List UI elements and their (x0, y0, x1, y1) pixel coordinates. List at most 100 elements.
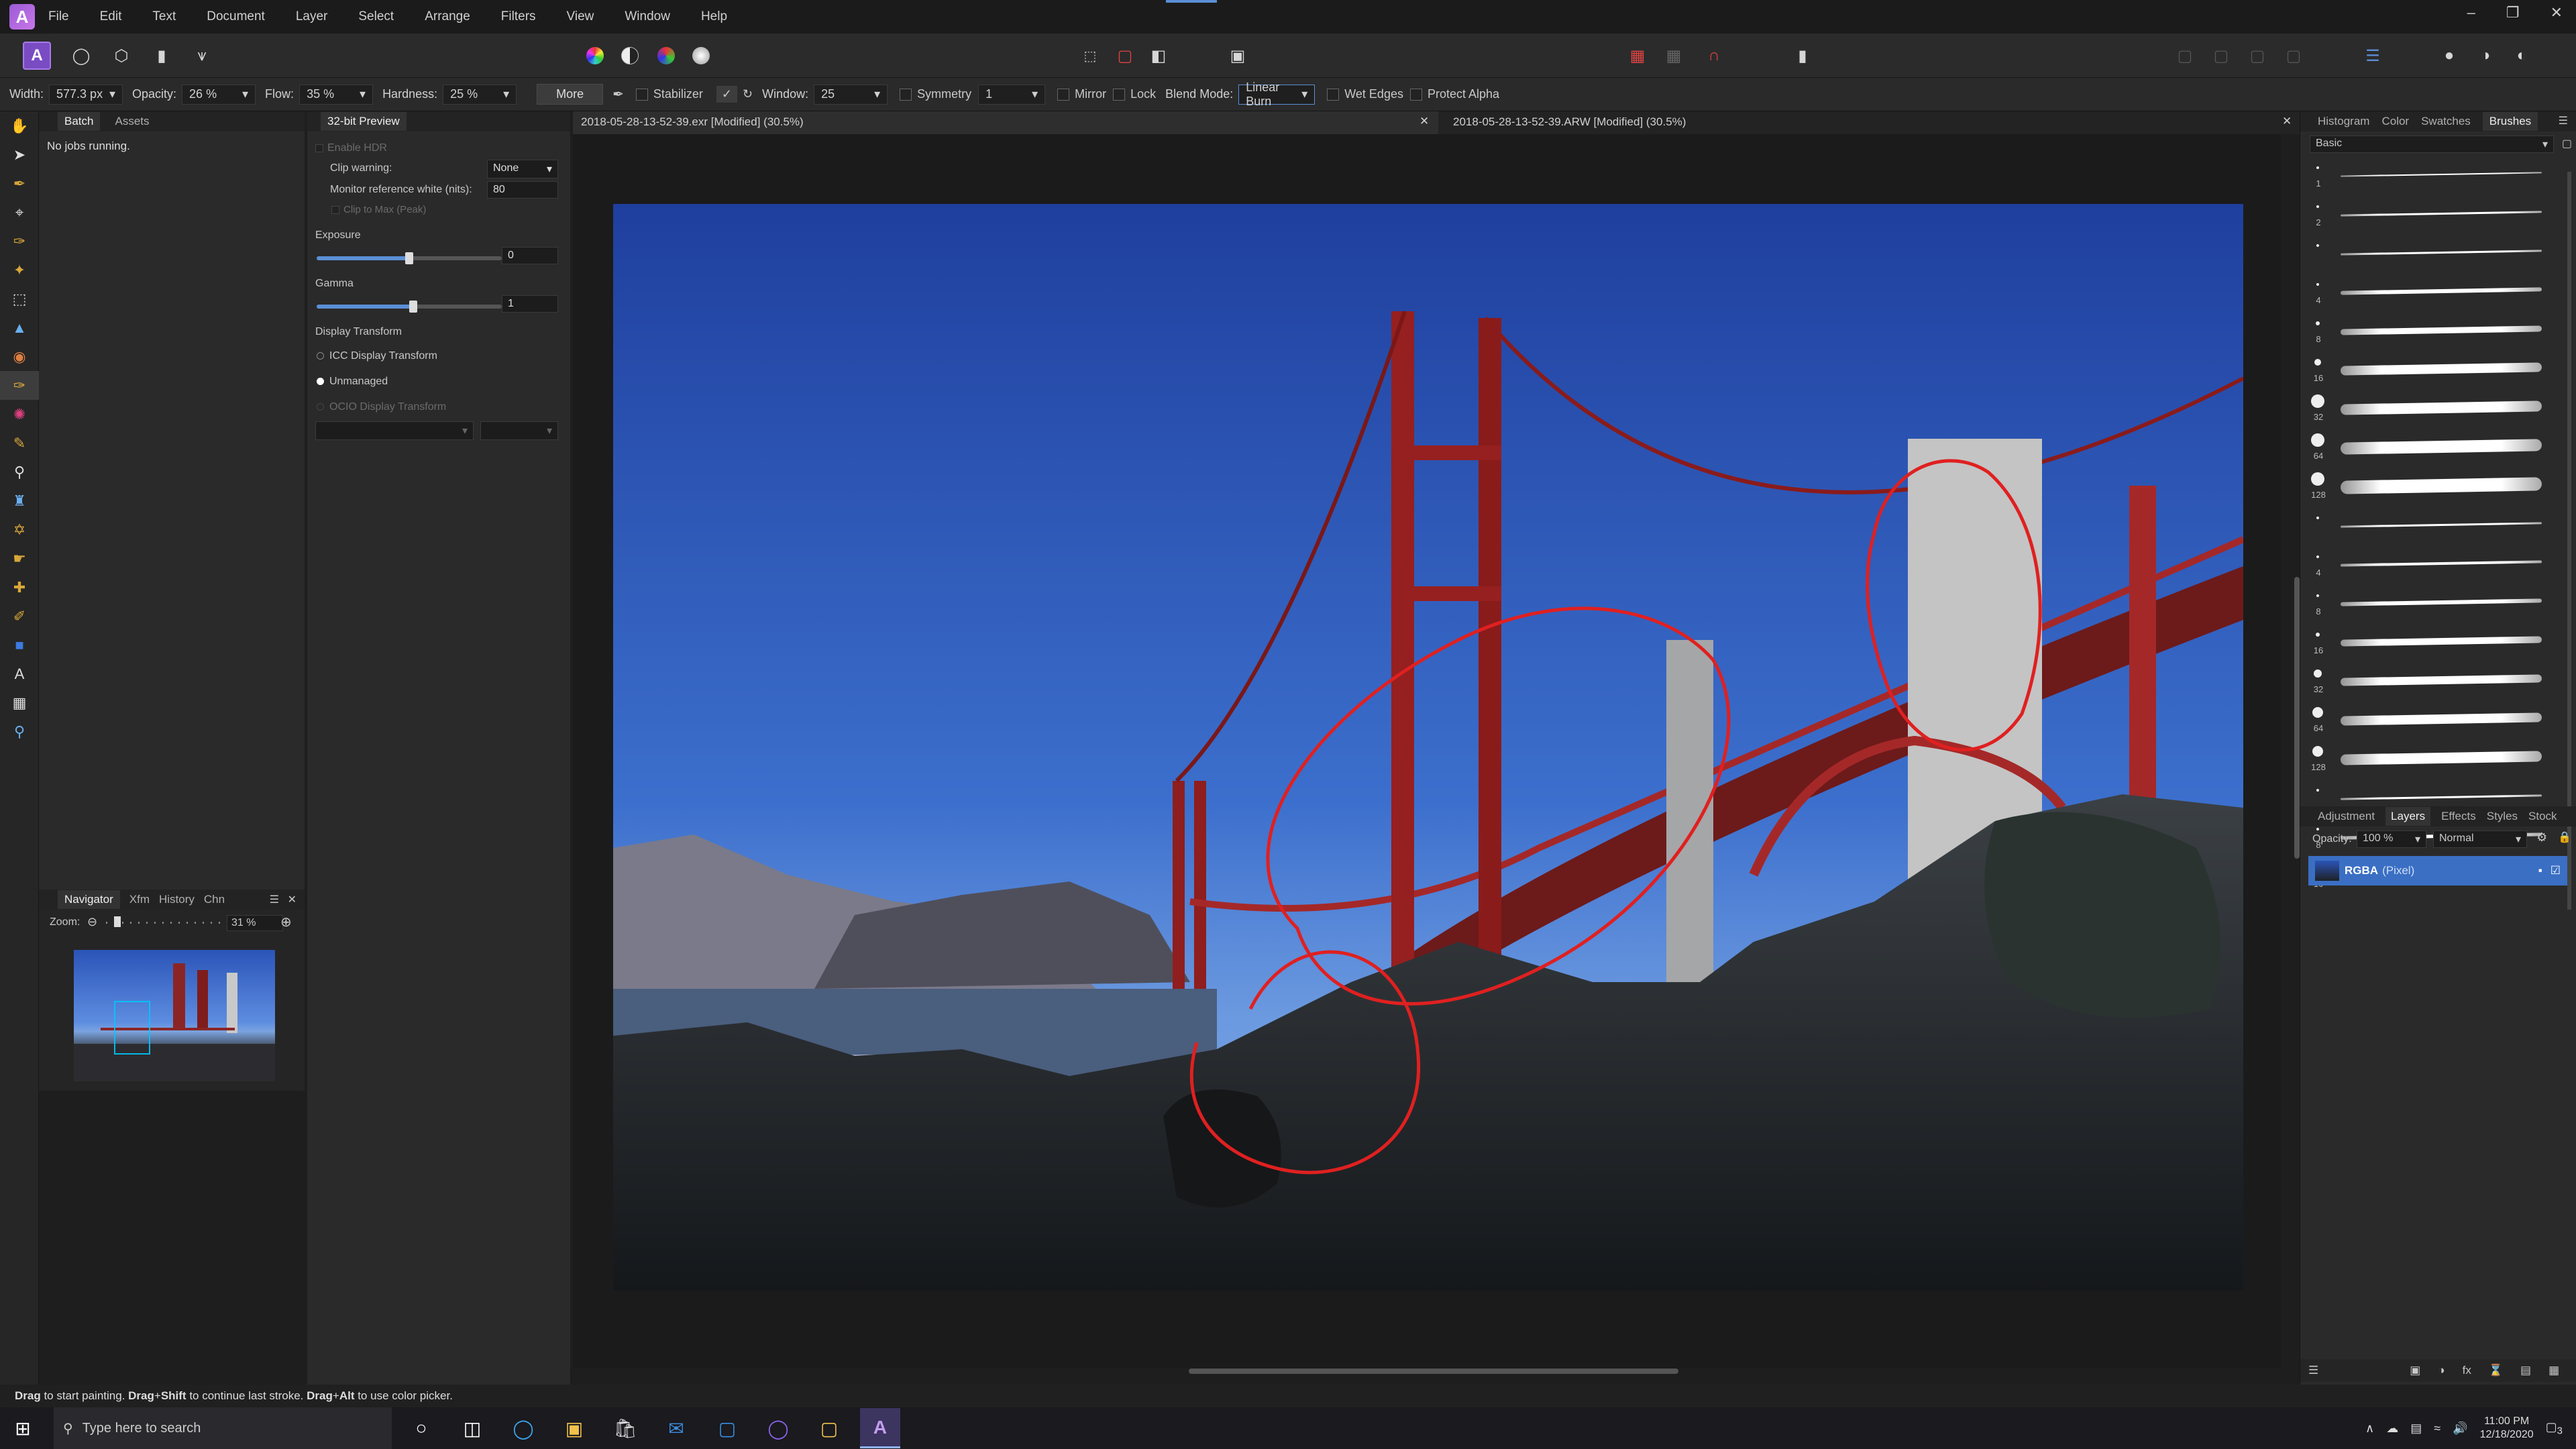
smudge-tool-icon[interactable]: ☛ (0, 544, 39, 573)
brush-options-icon[interactable]: ✒ (612, 86, 624, 103)
zoom-out-icon[interactable]: ⊖ (87, 915, 97, 929)
store-icon[interactable]: 🛍 (605, 1408, 645, 1448)
horizontal-scrollbar[interactable] (1189, 1368, 1678, 1374)
mirror-checkbox[interactable] (1057, 88, 1070, 101)
brush-preset-1[interactable]: 1 (2300, 158, 2555, 197)
gamma-slider-knob[interactable] (409, 301, 417, 313)
enable-hdr-checkbox[interactable]: Enable HDR (315, 142, 387, 154)
brush-preset-6[interactable]: 16 (2300, 353, 2555, 392)
selection-brush-tool-icon[interactable]: ✑ (0, 227, 39, 256)
document-canvas[interactable] (613, 204, 2243, 1291)
brush-preset-4[interactable]: 4 (2300, 275, 2555, 314)
marquee-tool-icon[interactable]: ⬚ (0, 284, 39, 313)
menu-document[interactable]: Document (207, 9, 265, 24)
assistant-icon[interactable]: ▮ (1788, 42, 1817, 70)
ocio-device-dropdown[interactable]: ▾ (315, 421, 474, 440)
snapping-icon[interactable]: ▦ (1623, 42, 1652, 70)
layer-opacity-field[interactable]: 100 % ▾ (2357, 830, 2426, 848)
magnet-icon[interactable]: ∩ (1700, 42, 1728, 70)
ocio-transform-radio[interactable]: OCIO Display Transform (317, 401, 446, 413)
menu-select[interactable]: Select (358, 9, 394, 24)
menu-filters[interactable]: Filters (501, 9, 536, 24)
exposure-slider[interactable] (317, 252, 502, 264)
edge-icon[interactable]: ◯ (503, 1408, 543, 1448)
liquify-persona-icon[interactable]: ◯ (67, 42, 95, 70)
zoom-tool-icon[interactable]: ⚲ (0, 717, 39, 746)
erase-brush-tool-icon[interactable]: ✎ (0, 429, 39, 458)
layer-blend-dropdown[interactable]: Normal ▾ (2433, 830, 2527, 848)
add-pixel-layer-icon[interactable]: ● (2435, 42, 2463, 70)
brush-preset-11[interactable]: 4 (2300, 547, 2555, 586)
tab-layers[interactable]: Layers (2385, 807, 2431, 826)
layer-lock-small-icon[interactable]: ▪ (2538, 864, 2542, 877)
brush-options-menu-icon[interactable]: ▢ (2562, 137, 2572, 150)
flood-select-tool-icon[interactable]: ✦ (0, 256, 39, 284)
exposure-slider-knob[interactable] (405, 252, 413, 264)
auto-levels-icon[interactable] (581, 42, 609, 70)
invert-selection-icon[interactable]: ◧ (1144, 42, 1173, 70)
mail-icon[interactable]: ✉ (656, 1408, 696, 1448)
auto-colors-icon[interactable] (652, 42, 680, 70)
hand-tool-icon[interactable]: ✋ (0, 111, 39, 140)
layer-lock-icon[interactable]: 🔒 (2558, 830, 2571, 844)
hardness-field[interactable]: 25 % ▾ (443, 84, 517, 105)
add-adjustment-layer-icon[interactable]: ◑ (2438, 1364, 2445, 1377)
menu-layer[interactable]: Layer (296, 9, 328, 24)
tray-clock[interactable]: 11:00 PM 12/18/2020 (2480, 1415, 2534, 1442)
clone-tool-icon[interactable]: ♜ (0, 486, 39, 515)
symmetry-field[interactable]: 1 ▾ (978, 84, 1046, 105)
tab-close-icon[interactable]: ✕ (1419, 115, 1429, 128)
menu-edit[interactable]: Edit (100, 9, 122, 24)
protect-alpha-checkbox[interactable] (1409, 88, 1422, 101)
ocio-view-dropdown[interactable]: ▾ (480, 421, 558, 440)
menu-view[interactable]: View (567, 9, 594, 24)
grid-icon[interactable]: ▦ (1660, 42, 1688, 70)
zoom-slider-knob[interactable] (114, 916, 121, 927)
color-replacement-tool-icon[interactable]: ✺ (0, 400, 39, 429)
taskbar-search-box[interactable]: ⚲ Type here to search (54, 1407, 392, 1449)
layers-stack-icon[interactable]: ☰ (2308, 1364, 2318, 1377)
tab-history[interactable]: History (159, 893, 195, 906)
align-icon[interactable]: ☰ (2359, 42, 2387, 70)
windows-start-icon[interactable]: ⊞ (3, 1408, 43, 1448)
arrange-forward-icon[interactable]: ▢ (2243, 42, 2271, 70)
rectangle-tool-icon[interactable]: ■ (0, 631, 39, 659)
rope-mode-icon[interactable]: ✓ (716, 86, 738, 103)
tab-batch[interactable]: Batch (58, 112, 101, 131)
tab-navigator[interactable]: Navigator (58, 890, 120, 909)
affinity-photo-taskbar-icon[interactable]: A (860, 1408, 900, 1448)
develop-persona-icon[interactable]: ⬡ (107, 42, 136, 70)
stabilizer-checkbox[interactable] (635, 88, 648, 101)
export-persona-icon[interactable]: ⩛ (188, 42, 216, 70)
brush-list-scrollbar[interactable] (2567, 172, 2571, 910)
tab-brushes[interactable]: Brushes (2482, 112, 2538, 131)
menu-text[interactable]: Text (152, 9, 176, 24)
tray-volume-icon[interactable]: 🔊 (2453, 1421, 2467, 1436)
auto-contrast-icon[interactable] (616, 42, 644, 70)
layer-visibility-checkbox-icon[interactable]: ☑ (2551, 864, 2561, 877)
panel-menu-icon[interactable]: ☰ (270, 893, 279, 906)
exposure-value-field[interactable]: 0 (502, 247, 558, 264)
color-picker-tool-icon[interactable]: ✒ (0, 169, 39, 198)
tab-histogram[interactable]: Histogram (2318, 115, 2369, 128)
gamma-value-field[interactable]: 1 (502, 295, 558, 313)
wet-edges-checkbox[interactable] (1327, 88, 1340, 101)
tab-channels[interactable]: Chn (204, 893, 225, 906)
dodge-tool-icon[interactable]: ⚲ (0, 458, 39, 486)
tab-effects[interactable]: Effects (2441, 810, 2476, 823)
task-view-icon[interactable]: ◫ (452, 1408, 492, 1448)
photos-icon[interactable]: ▢ (707, 1408, 747, 1448)
panel-close-icon[interactable]: ✕ (288, 893, 297, 906)
brush-preset-7[interactable]: 32 (2300, 392, 2555, 431)
arrange-back-icon[interactable]: ▢ (2171, 42, 2199, 70)
close-document-icon[interactable]: ✕ (2282, 115, 2292, 128)
window-mode-icon[interactable]: ↻ (743, 87, 753, 101)
brush-preset-5[interactable]: 8 (2300, 314, 2555, 353)
gamma-slider[interactable] (317, 301, 502, 313)
brush-preset-9[interactable]: 128 (2300, 470, 2555, 508)
tab-document-arw[interactable]: 2018-05-28-13-52-39.ARW [Modified] (30.5… (1445, 111, 2292, 134)
brush-category-dropdown[interactable]: Basic ▾ (2310, 136, 2554, 153)
navigator-viewport[interactable] (114, 1001, 150, 1055)
blemish-tool-icon[interactable]: ✡ (0, 515, 39, 544)
notifications-icon[interactable]: ▢3 (2546, 1420, 2563, 1437)
